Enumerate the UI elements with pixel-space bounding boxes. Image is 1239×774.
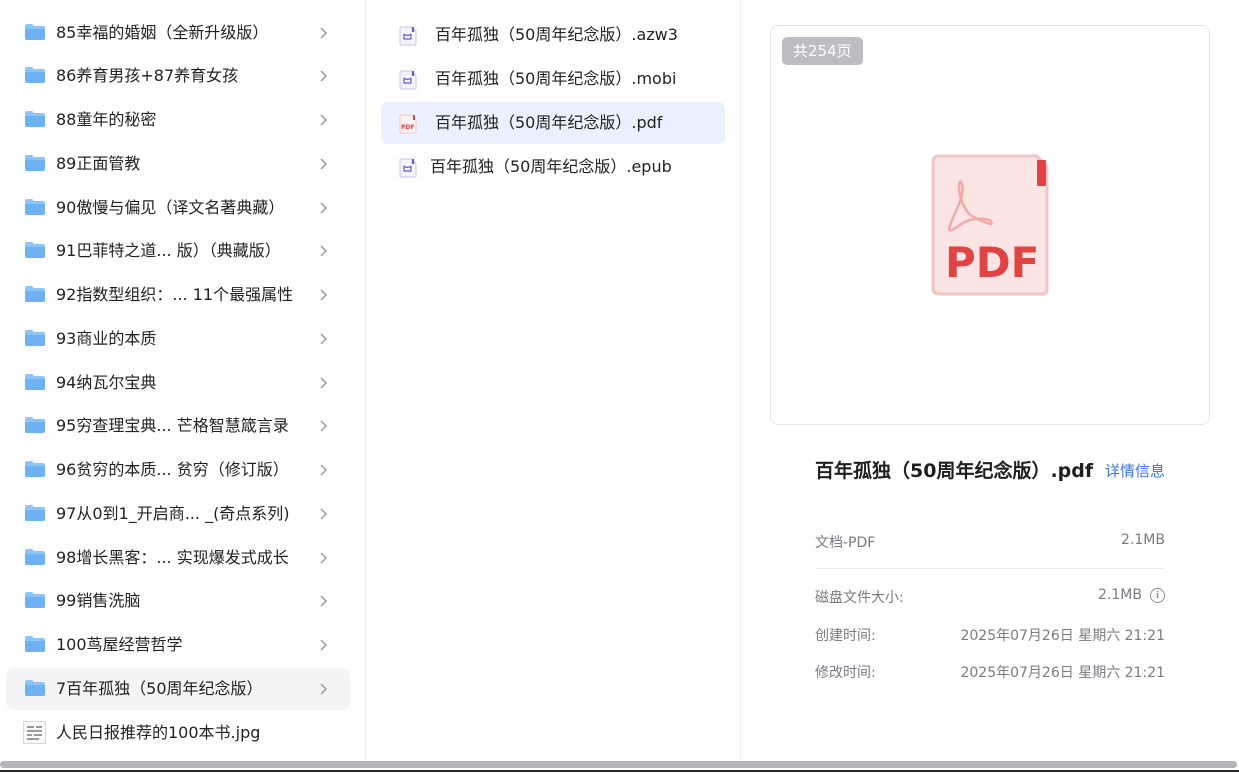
folder-label: 88童年的秘密 — [56, 110, 157, 129]
folder-label: 97从0到1_开启商... _(奇点系列) — [56, 504, 290, 523]
folder-item[interactable]: 89正面管教 — [6, 143, 350, 185]
folder-label: 99销售洗脑 — [56, 591, 141, 610]
folder-label: 89正面管教 — [56, 154, 141, 173]
page-count-badge: 共254页 — [782, 37, 863, 65]
folder-item[interactable]: 95穷查理宝典... 芒格智慧箴言录 — [6, 405, 350, 447]
file-label: 百年孤独（50周年纪念版）.pdf — [435, 113, 663, 132]
image-file-item[interactable]: 人民日报推荐的100本书.jpg — [6, 712, 350, 754]
disk-size-label: 磁盘文件大小: — [815, 590, 904, 606]
file-item[interactable]: 百年孤独（50周年纪念版）.azw3 — [381, 14, 725, 56]
folder-column: 85幸福的婚姻（全新升级版） 86养育男孩+87养育女孩 88童年的秘密 89正… — [0, 0, 365, 760]
folder-label: 90傲慢与偏见（译文名著典藏） — [56, 198, 285, 217]
folder-label: 92指数型组织：... 11个最强属性 — [56, 285, 294, 304]
file-label: 百年孤独（50周年纪念版）.epub — [430, 157, 672, 176]
bottom-edge — [0, 770, 1239, 772]
document-type: 文档-PDF — [815, 535, 876, 551]
disk-size-value: 2.1MB — [1098, 587, 1142, 603]
folder-item[interactable]: 90傲慢与偏见（译文名著典藏） — [6, 187, 350, 229]
file-label: 百年孤独（50周年纪念版）.azw3 — [435, 25, 678, 44]
folder-label: 95穷查理宝典... 芒格智慧箴言录 — [56, 416, 289, 435]
folder-item[interactable]: 99销售洗脑 — [6, 580, 350, 622]
preview-panel: 共254页 PDF 百年孤独（50周年纪念版）.pdf 详情信息 文档-PDF … — [741, 0, 1239, 760]
folder-label: 86养育男孩+87养育女孩 — [56, 66, 239, 85]
folder-item[interactable]: 7百年孤独（50周年纪念版） — [6, 668, 350, 710]
folder-item[interactable]: 98增长黑客：... 实现爆发式成长 — [6, 537, 350, 579]
image-file-icon — [23, 721, 46, 744]
folder-label: 85幸福的婚姻（全新升级版） — [56, 23, 269, 42]
folder-item[interactable]: 91巴菲特之道... 版）（典藏版） — [6, 230, 350, 272]
file-item[interactable]: 百年孤独（50周年纪念版）.epub — [381, 146, 725, 188]
created-time-label: 创建时间: — [815, 628, 876, 644]
file-label: 百年孤独（50周年纪念版）.mobi — [435, 69, 677, 88]
folder-label: 100茑屋经营哲学 — [56, 635, 183, 654]
folder-item[interactable]: 92指数型组织：... 11个最强属性 — [6, 274, 350, 316]
folder-item[interactable]: 100茑屋经营哲学 — [6, 624, 350, 666]
image-file-label: 人民日报推荐的100本书.jpg — [56, 723, 261, 742]
created-time-value: 2025年07月26日 星期六 21:21 — [960, 628, 1165, 644]
folder-item[interactable]: 88童年的秘密 — [6, 99, 350, 141]
details-link[interactable]: 详情信息 — [1105, 460, 1165, 481]
info-icon[interactable]: i — [1150, 588, 1165, 603]
horizontal-scrollbar-thumb[interactable] — [0, 761, 1237, 768]
pdf-icon-text: PDF — [945, 238, 1039, 287]
folder-item[interactable]: 93商业的本质 — [6, 318, 350, 360]
file-column: 百年孤独（50周年纪念版）.azw3 百年孤独（50周年纪念版）.mobi PD… — [366, 0, 740, 760]
pdf-document-icon: PDF — [931, 154, 1049, 296]
folder-item[interactable]: 85幸福的婚姻（全新升级版） — [6, 12, 350, 54]
file-item[interactable]: PDF 百年孤独（50周年纪念版）.pdf — [381, 102, 725, 144]
document-size: 2.1MB — [1121, 532, 1165, 548]
folder-label: 91巴菲特之道... 版）（典藏版） — [56, 241, 281, 260]
folder-label: 93商业的本质 — [56, 329, 157, 348]
folder-label: 96贫穷的本质... 贫穷（修订版） — [56, 460, 289, 479]
preview-card[interactable]: 共254页 PDF — [770, 25, 1210, 425]
folder-item[interactable]: 94纳瓦尔宝典 — [6, 362, 350, 404]
folder-item[interactable]: 97从0到1_开启商... _(奇点系列) — [6, 493, 350, 535]
folder-item[interactable]: 86养育男孩+87养育女孩 — [6, 55, 350, 97]
modified-time-label: 修改时间: — [815, 665, 876, 681]
preview-file-title: 百年孤独（50周年纪念版）.pdf — [815, 460, 1094, 482]
folder-label: 7百年孤独（50周年纪念版） — [56, 679, 263, 698]
svg-text:PDF: PDF — [401, 124, 414, 131]
file-item[interactable]: 百年孤独（50周年纪念版）.mobi — [381, 58, 725, 100]
folder-label: 94纳瓦尔宝典 — [56, 373, 157, 392]
modified-time-value: 2025年07月26日 星期六 21:21 — [960, 665, 1165, 681]
folder-label: 98增长黑客：... 实现爆发式成长 — [56, 548, 289, 567]
folder-item[interactable]: 96贫穷的本质... 贫穷（修订版） — [6, 449, 350, 491]
info-divider — [815, 568, 1165, 569]
